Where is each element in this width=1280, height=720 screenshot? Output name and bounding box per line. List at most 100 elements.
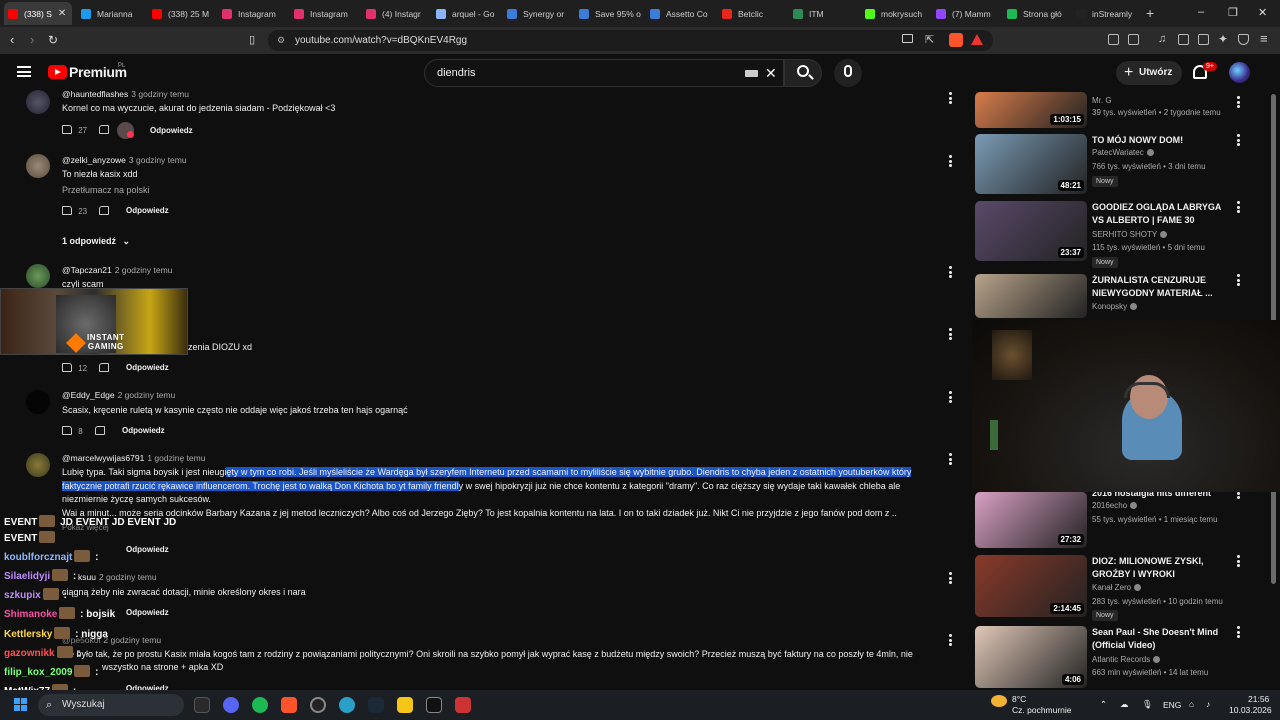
browser-tab[interactable]: (4) Instagr bbox=[362, 2, 430, 25]
browser-tab[interactable]: inStreamly bbox=[1072, 2, 1144, 25]
media-icon[interactable]: ♫ bbox=[1158, 33, 1166, 45]
video-menu-icon[interactable] bbox=[1236, 555, 1240, 569]
reply-button[interactable]: Odpowiedz bbox=[122, 426, 165, 438]
video-channel[interactable]: Kanał Zero bbox=[1092, 583, 1142, 592]
browser-tab[interactable]: Instagram bbox=[218, 2, 286, 25]
browser-tab[interactable]: ITM bbox=[789, 2, 857, 25]
video-title[interactable]: TO MÓJ NOWY DOM! bbox=[1092, 134, 1232, 147]
keyboard-icon[interactable] bbox=[745, 70, 758, 77]
address-bar[interactable]: ⚙ youtube.com/watch?v=dBQKnEV4Rgg bbox=[268, 30, 993, 51]
dislike-icon[interactable] bbox=[99, 125, 110, 134]
app-icon[interactable] bbox=[397, 697, 413, 713]
leo-ai-icon[interactable]: ✦ bbox=[1218, 32, 1228, 46]
reply-button[interactable]: Odpowiedz bbox=[126, 545, 169, 557]
video-channel[interactable]: 2016echo bbox=[1092, 501, 1138, 510]
comment-author[interactable]: @Tapczan21 2 godziny temu bbox=[62, 265, 172, 275]
comment-menu-icon[interactable] bbox=[948, 266, 952, 280]
bookmark-icon[interactable]: ▯ bbox=[249, 33, 255, 47]
replies-toggle[interactable]: 1 odpowiedź ⌄ bbox=[62, 236, 130, 247]
comment-author[interactable]: @hauntedflashes 3 godziny temu bbox=[62, 89, 189, 99]
video-thumbnail[interactable]: 4:06 bbox=[975, 626, 1087, 688]
vpn-shield-icon[interactable] bbox=[1238, 34, 1249, 45]
reload-icon[interactable]: ↻ bbox=[48, 33, 58, 47]
brave-icon[interactable] bbox=[281, 697, 297, 713]
comment-avatar[interactable] bbox=[26, 90, 50, 114]
video-menu-icon[interactable] bbox=[1236, 626, 1240, 640]
comment-author[interactable]: @Eddy_Edge 2 godziny temu bbox=[62, 390, 175, 400]
clock-date[interactable]: 10.03.2026 bbox=[1229, 705, 1272, 715]
reply-button[interactable]: Odpowiedz bbox=[150, 126, 193, 138]
comment-menu-icon[interactable] bbox=[948, 453, 952, 467]
network-icon[interactable]: ⌂ bbox=[1189, 699, 1194, 709]
forward-icon[interactable]: › bbox=[30, 33, 34, 47]
browser-tab[interactable]: Marianna bbox=[77, 2, 145, 25]
like-icon[interactable] bbox=[62, 206, 72, 215]
extensions-icon[interactable] bbox=[1108, 34, 1119, 45]
comment-menu-icon[interactable] bbox=[948, 634, 952, 648]
comment-author[interactable]: ksuu 2 godziny temu bbox=[78, 572, 157, 582]
brave-shields-icon[interactable] bbox=[949, 33, 963, 47]
new-tab-icon[interactable]: + bbox=[1146, 5, 1154, 21]
video-thumbnail[interactable]: 2:14:45 bbox=[975, 555, 1087, 617]
account-avatar[interactable] bbox=[1229, 62, 1250, 83]
video-title[interactable]: Sean Paul - She Doesn't Mind (Official V… bbox=[1092, 626, 1232, 652]
voicemeeter-icon[interactable] bbox=[455, 697, 471, 713]
menu-icon[interactable]: ≡ bbox=[1260, 31, 1268, 46]
browser-tab[interactable]: Betclic bbox=[718, 2, 786, 25]
video-thumbnail[interactable] bbox=[975, 274, 1087, 318]
like-icon[interactable] bbox=[62, 363, 72, 372]
discord-icon[interactable] bbox=[223, 697, 239, 713]
sidebar-toggle-icon[interactable] bbox=[1178, 34, 1189, 45]
browser-tab[interactable]: Save 95% o bbox=[575, 2, 643, 25]
video-title[interactable]: GOODIEZ OGLĄDA LABRYGA VS ALBERTO | FAME… bbox=[1092, 201, 1232, 227]
video-thumbnail[interactable]: 27:32 bbox=[975, 492, 1087, 548]
wallet-icon[interactable] bbox=[1198, 34, 1209, 45]
volume-icon[interactable]: ♪ bbox=[1206, 699, 1210, 709]
reply-button[interactable]: Odpowiedz bbox=[126, 363, 169, 375]
windows-start-icon[interactable] bbox=[14, 698, 28, 712]
comment-author[interactable]: @marcelwywijas6791 1 godzinę temu bbox=[62, 453, 205, 463]
comment-avatar[interactable] bbox=[26, 453, 50, 477]
video-thumbnail[interactable]: 23:37 bbox=[975, 201, 1087, 261]
video-title[interactable]: ŻURNALISTA CENZURUJE NIEWYGODNY MATERIAŁ… bbox=[1092, 274, 1232, 300]
comment-avatar[interactable] bbox=[26, 264, 50, 288]
task-view-icon[interactable] bbox=[194, 697, 210, 713]
close-tab-icon[interactable]: ✕ bbox=[58, 8, 66, 19]
onedrive-icon[interactable]: ☁ bbox=[1120, 699, 1129, 710]
video-menu-icon[interactable] bbox=[1236, 201, 1240, 215]
brave-rewards-icon[interactable] bbox=[971, 34, 983, 45]
back-icon[interactable]: ‹ bbox=[10, 33, 14, 47]
site-info-icon[interactable]: ⚙ bbox=[277, 30, 285, 51]
close-window-icon[interactable]: ✕ bbox=[1258, 6, 1267, 19]
video-channel[interactable]: Mr. G bbox=[1092, 96, 1112, 105]
comment-menu-icon[interactable] bbox=[948, 155, 952, 169]
comment-menu-icon[interactable] bbox=[948, 572, 952, 586]
like-icon[interactable] bbox=[62, 426, 72, 435]
video-title[interactable]: DIOZ: MILIONOWE ZYSKI, GROŹBY I WYROKI bbox=[1092, 555, 1232, 581]
browser-tab[interactable]: Instagram bbox=[290, 2, 358, 25]
youtube-logo-icon[interactable] bbox=[48, 65, 67, 79]
video-channel[interactable]: Atlantic Records bbox=[1092, 655, 1161, 664]
dislike-icon[interactable] bbox=[94, 426, 105, 435]
video-thumbnail[interactable]: 48:21 bbox=[975, 134, 1087, 194]
comment-menu-icon[interactable] bbox=[948, 328, 952, 342]
video-thumbnail[interactable]: 1:03:15 bbox=[975, 92, 1087, 128]
comment-menu-icon[interactable] bbox=[948, 92, 952, 106]
minimize-icon[interactable]: – bbox=[1198, 6, 1204, 18]
like-icon[interactable] bbox=[62, 125, 72, 134]
tray-chevron-icon[interactable]: ⌃ bbox=[1100, 699, 1107, 710]
translate-link[interactable]: Przetłumacz na polski bbox=[62, 185, 150, 195]
dislike-icon[interactable] bbox=[99, 363, 110, 372]
mic-tray-icon[interactable]: 🎙 bbox=[1142, 699, 1153, 710]
dislike-icon[interactable] bbox=[99, 206, 110, 215]
browser-tab[interactable]: (338) 25 M bbox=[148, 2, 216, 25]
browser-tab[interactable]: Synergy or bbox=[503, 2, 571, 25]
browser-tab[interactable]: Assetto Co bbox=[646, 2, 714, 25]
browser-tab[interactable]: (338) S ✕ bbox=[4, 2, 72, 25]
video-channel[interactable]: PatecWariatec bbox=[1092, 148, 1154, 157]
video-menu-icon[interactable] bbox=[1236, 274, 1240, 288]
browser-tab[interactable]: Strona głó bbox=[1003, 2, 1071, 25]
hamburger-menu-icon[interactable] bbox=[17, 66, 31, 77]
taskbar-search[interactable]: ⌕ Wyszukaj bbox=[38, 694, 184, 716]
install-app-icon[interactable] bbox=[902, 34, 913, 43]
